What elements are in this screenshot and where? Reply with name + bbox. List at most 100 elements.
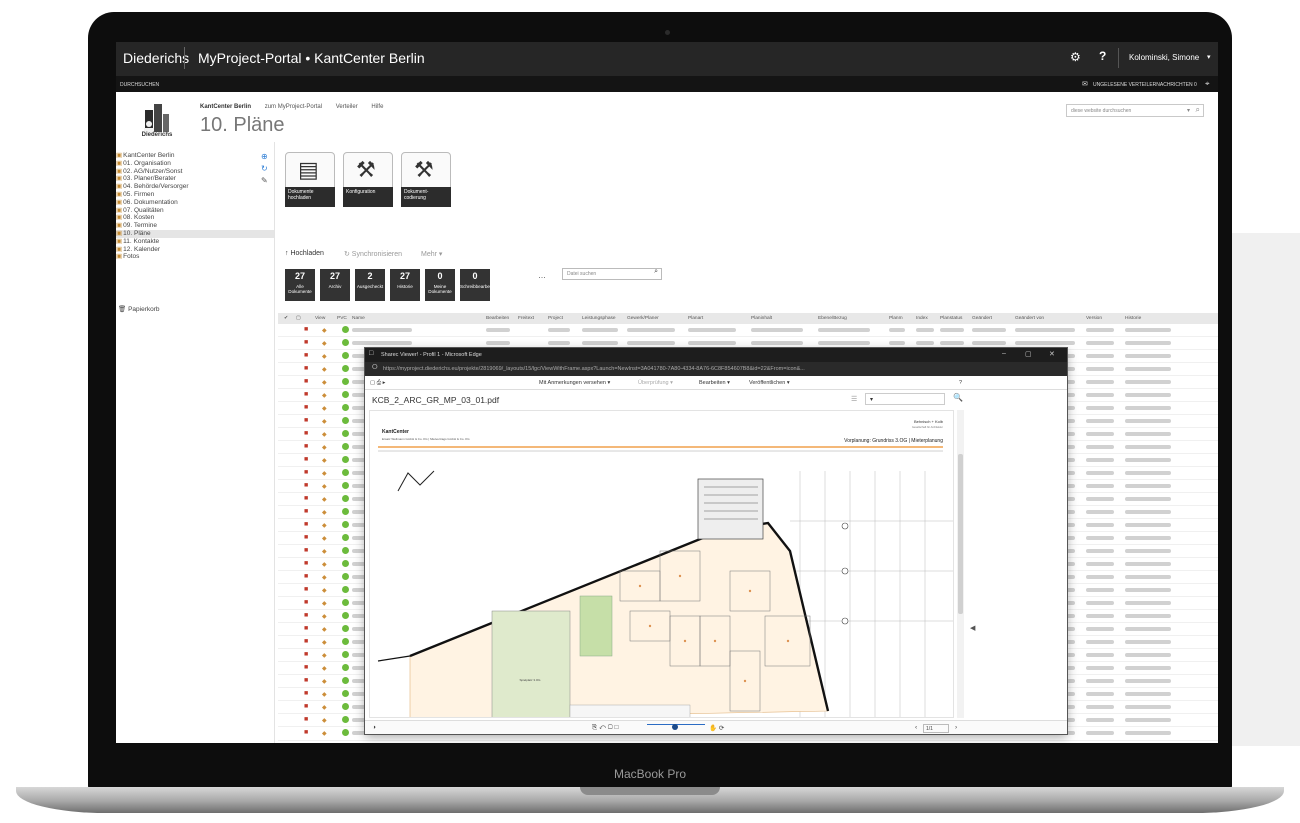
previous-page-button[interactable]: ‹ <box>915 724 917 731</box>
view-icon[interactable]: ◆ <box>322 691 327 698</box>
upload-button[interactable]: ↑ Hochladen <box>285 250 324 257</box>
pdf-icon[interactable]: ■ <box>304 677 308 684</box>
help-button[interactable]: ? <box>1099 49 1106 63</box>
contrast-icon[interactable]: ◑ <box>372 724 376 731</box>
pdf-icon[interactable]: ■ <box>304 625 308 632</box>
column-header[interactable]: Project <box>548 316 563 321</box>
browse-tab[interactable]: DURCHSUCHEN <box>120 82 159 88</box>
breadcrumb-link[interactable]: zum MyProject-Portal <box>265 104 322 110</box>
pdf-icon[interactable]: ■ <box>304 612 308 619</box>
nav-tree-item[interactable]: ▣06. Dokumentation <box>116 199 274 207</box>
column-header[interactable]: ✔ <box>284 316 288 321</box>
synchronize-button[interactable]: ↻ Synchronisieren <box>344 250 402 258</box>
sync-icon[interactable]: ↻ <box>261 164 268 173</box>
nav-tree-item[interactable]: ▣10. Pläne <box>116 229 274 238</box>
page-tool-icons[interactable]: ⎘ ↶ ▢ □ <box>592 724 618 732</box>
table-row[interactable]: ■ ◆ <box>278 324 1218 338</box>
view-icon[interactable]: ◆ <box>322 717 327 724</box>
more-menu-button[interactable]: Mehr ▾ <box>421 250 442 258</box>
zoom-icon[interactable]: 🔍 <box>953 393 963 402</box>
view-icon[interactable]: ◆ <box>322 457 327 464</box>
minimize-button[interactable]: – <box>1002 350 1006 357</box>
view-icon[interactable]: ◆ <box>322 678 327 685</box>
site-title[interactable]: MyProject-Portal • KantCenter Berlin <box>198 50 425 66</box>
breadcrumb-link[interactable]: Verteiler <box>336 104 358 110</box>
site-search-input[interactable]: diese website durchsuchen ▾ ⌕ <box>1066 104 1204 117</box>
view-icon[interactable]: ◆ <box>322 600 327 607</box>
column-header[interactable]: Planart <box>688 316 703 321</box>
view-counter-tile[interactable]: 27 Alle Dokumente <box>285 269 315 301</box>
view-icon[interactable]: ◆ <box>322 327 327 334</box>
pdf-icon[interactable]: ■ <box>304 417 308 424</box>
pdf-icon[interactable]: ■ <box>304 664 308 671</box>
view-counter-tile[interactable]: 0 Schreibbearbe <box>460 269 490 301</box>
pdf-icon[interactable]: ■ <box>304 534 308 541</box>
column-header[interactable]: Index <box>916 316 928 321</box>
view-icon[interactable]: ◆ <box>322 444 327 451</box>
column-header[interactable]: Bearbeiten <box>486 316 509 321</box>
search-scope-chevron-icon[interactable]: ▾ <box>1187 107 1190 114</box>
pdf-icon[interactable]: ■ <box>304 378 308 385</box>
pdf-icon[interactable]: ■ <box>304 729 308 736</box>
nav-tree-item[interactable]: ▣05. Firmen <box>116 191 274 199</box>
unread-messages-link[interactable]: UNGELESENE VERTEILERNACHRICHTEN 0 <box>1093 82 1197 88</box>
column-header[interactable]: Gewerk/Planer <box>627 316 659 321</box>
page-selector[interactable]: ▾ <box>865 393 945 405</box>
nav-tree-item[interactable]: ▣08. Kosten <box>116 214 274 222</box>
search-icon[interactable]: ⌕ <box>1196 105 1200 115</box>
view-icon[interactable]: ◆ <box>322 730 327 737</box>
view-counter-tile[interactable]: 2 Ausgecheckt <box>355 269 385 301</box>
column-header[interactable]: Geändert <box>972 316 992 321</box>
pdf-icon[interactable]: ■ <box>304 469 308 476</box>
column-header[interactable]: Version <box>1086 316 1102 321</box>
nav-tree-item[interactable]: ▣KantCenter Berlin <box>116 152 274 160</box>
view-icon[interactable]: ◆ <box>322 496 327 503</box>
view-icon[interactable]: ◆ <box>322 535 327 542</box>
view-icon[interactable]: ◆ <box>322 340 327 347</box>
nav-tree-item[interactable]: ▣01. Organisation <box>116 160 274 168</box>
publish-menu[interactable]: Veröffentlichen ▾ <box>749 380 790 386</box>
view-icon[interactable]: ◆ <box>322 704 327 711</box>
review-menu[interactable]: Überprüfung ▾ <box>638 380 673 386</box>
column-header[interactable]: Planinhalt <box>751 316 772 321</box>
vertical-scrollbar[interactable] <box>957 410 964 718</box>
annotate-menu[interactable]: Mit Anmerkungen versehen ▾ <box>539 380 610 386</box>
pdf-icon[interactable]: ■ <box>304 404 308 411</box>
view-icon[interactable]: ◆ <box>322 418 327 425</box>
focus-mode-icon[interactable]: ⌖ <box>1205 79 1210 89</box>
pdf-icon[interactable]: ■ <box>304 547 308 554</box>
column-header[interactable]: Freitext <box>518 316 534 321</box>
pdf-icon[interactable]: ■ <box>304 339 308 346</box>
more-views-button[interactable]: … <box>538 271 546 280</box>
pdf-icon[interactable]: ■ <box>304 495 308 502</box>
column-header[interactable]: Historie <box>1125 316 1141 321</box>
pdf-icon[interactable]: ■ <box>304 651 308 658</box>
nav-tree-item[interactable]: ▣11. Kontakte <box>116 238 274 246</box>
pdf-icon[interactable]: ■ <box>304 716 308 723</box>
view-icon[interactable]: ◆ <box>322 652 327 659</box>
pdf-icon[interactable]: ■ <box>304 365 308 372</box>
view-icon[interactable]: ◆ <box>322 431 327 438</box>
nav-tree-item[interactable]: ▣02. AG/Nutzer/Sonst <box>116 168 274 176</box>
view-counter-tile[interactable]: 27 Archiv <box>320 269 350 301</box>
view-icon[interactable]: ◆ <box>322 639 327 646</box>
breadcrumb-link[interactable]: Hilfe <box>371 104 383 110</box>
view-icon[interactable]: ◆ <box>322 392 327 399</box>
column-header[interactable]: Planm <box>889 316 903 321</box>
pdf-icon[interactable]: ■ <box>304 703 308 710</box>
user-menu[interactable]: Kolominski, Simone <box>1129 53 1199 62</box>
pan-rotate-icons[interactable]: ✋ ⟳ <box>709 724 724 732</box>
add-icon[interactable]: ⊕ <box>261 152 268 161</box>
column-header[interactable]: Name <box>352 316 365 321</box>
nav-tree-item[interactable]: ▣09. Termine <box>116 222 274 230</box>
settings-gear-icon[interactable]: ⚙ <box>1070 50 1081 64</box>
pdf-icon[interactable]: ■ <box>304 352 308 359</box>
edit-menu[interactable]: Bearbeiten ▾ <box>699 380 730 386</box>
pdf-icon[interactable]: ■ <box>304 690 308 697</box>
pdf-icon[interactable]: ■ <box>304 638 308 645</box>
next-page-button[interactable]: › <box>955 724 957 731</box>
pane-splitter[interactable] <box>274 142 275 743</box>
url-text[interactable]: https://myproject.diederichs.eu/projekte… <box>383 366 805 372</box>
view-icon[interactable]: ◆ <box>322 470 327 477</box>
nav-tree-item[interactable]: ▣04. Behörde/Versorger <box>116 183 274 191</box>
